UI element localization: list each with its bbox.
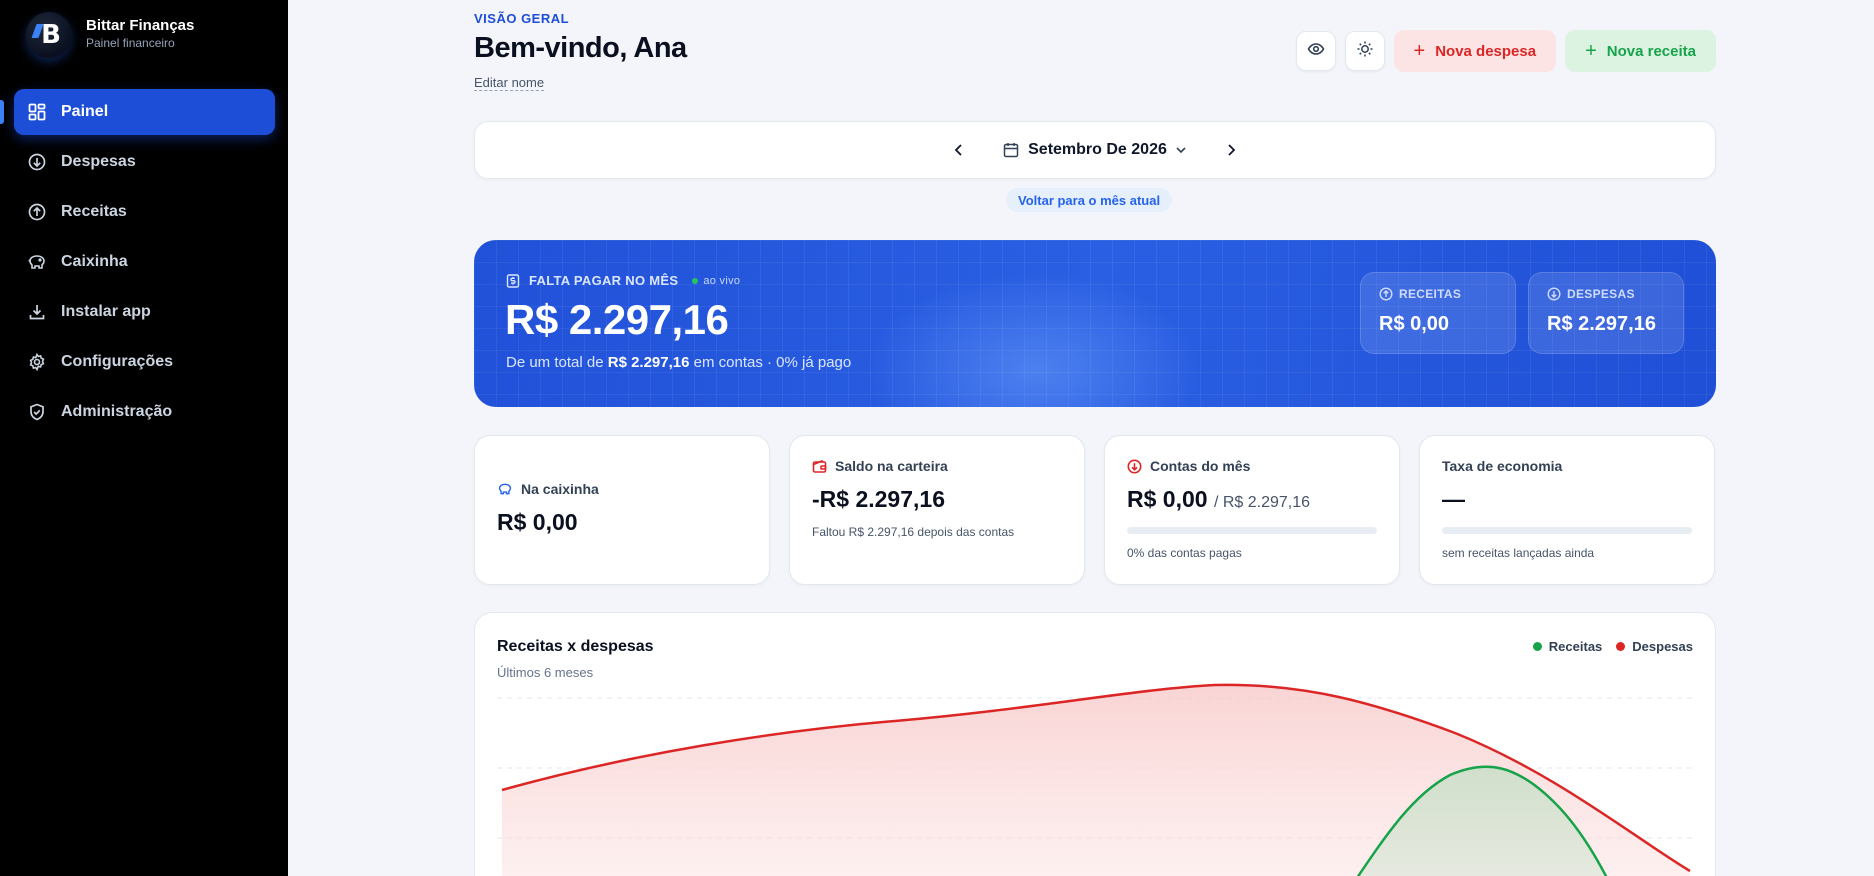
plus-icon: +	[1413, 39, 1426, 62]
pending-payments-card: FALTA PAGAR NO MÊS ao vivo R$ 2.297,16 D…	[474, 240, 1716, 407]
shield-icon	[27, 402, 47, 422]
stat-value: —	[1442, 486, 1465, 512]
stat-note: 0% das contas pagas	[1127, 546, 1242, 560]
stat-label: Contas do mês	[1150, 458, 1251, 474]
sidebar-item-instalar-app[interactable]: Instalar app	[14, 289, 275, 335]
stat-value: R$ 0,00 / R$ 2.297,16	[1127, 486, 1311, 512]
expense-summary-card: DESPESAS R$ 2.297,16	[1528, 272, 1684, 354]
new-expense-button[interactable]: + Nova despesa	[1393, 30, 1557, 72]
theme-toggle-button[interactable]	[1344, 31, 1385, 71]
savings-progress-bar	[1442, 527, 1692, 534]
income-vs-expense-chart: Receitas x despesas Últimos 6 meses Rece…	[474, 612, 1716, 876]
wallet-balance-card: Saldo na carteira -R$ 2.297,16 Faltou R$…	[789, 435, 1085, 585]
stat-label: Na caixinha	[521, 481, 599, 497]
chart-legend: Receitas Despesas	[1519, 639, 1693, 654]
stat-value: R$ 0,00	[497, 509, 578, 535]
pending-summary: De um total de R$ 2.297,16 em contas · 0…	[506, 354, 852, 371]
sidebar-item-label: Receitas	[61, 203, 127, 220]
sidebar-item-despesas[interactable]: Despesas	[14, 139, 275, 185]
sidebar-item-label: Instalar app	[61, 303, 151, 320]
arrow-up-circle-icon	[27, 202, 47, 222]
expense-total: R$ 2.297,16	[1547, 313, 1656, 335]
stat-note: Faltou R$ 2.297,16 depois das contas	[812, 525, 1015, 539]
sidebar-item-receitas[interactable]: Receitas	[14, 189, 275, 235]
month-selector: Setembro De 2026	[474, 121, 1716, 179]
arrow-down-circle-icon	[1127, 459, 1142, 474]
wallet-icon	[812, 459, 827, 474]
active-indicator	[0, 100, 4, 124]
stat-label: Taxa de economia	[1442, 458, 1563, 474]
download-icon	[27, 302, 47, 322]
hero-label: FALTA PAGAR NO MÊS	[529, 273, 679, 288]
income-total: R$ 0,00	[1379, 313, 1450, 335]
savings-rate-card: Taxa de economia — sem receitas lançadas…	[1419, 435, 1715, 585]
dashboard-icon	[27, 102, 47, 122]
stat-label: Saldo na carteira	[835, 458, 948, 474]
new-expense-label: Nova despesa	[1435, 42, 1537, 60]
sidebar-item-administracao[interactable]: Administração	[14, 389, 275, 435]
chevron-down-icon	[1176, 147, 1186, 154]
gear-icon	[27, 352, 47, 372]
page-title: Bem-vindo, Ana	[474, 32, 687, 64]
sidebar-item-label: Caixinha	[61, 253, 128, 270]
month-dropdown[interactable]: Setembro De 2026	[1003, 141, 1187, 159]
calendar-icon	[1003, 143, 1019, 158]
arrow-down-circle-icon	[27, 152, 47, 172]
piggy-bank-icon	[27, 252, 47, 272]
eye-icon	[1307, 40, 1325, 63]
piggy-bank-card: Na caixinha R$ 0,00	[474, 435, 770, 585]
legend-income: Receitas	[1532, 639, 1602, 654]
arrow-up-circle-icon	[1379, 287, 1393, 301]
live-badge: ao vivo	[692, 275, 740, 287]
sidebar-item-label: Configurações	[61, 353, 174, 370]
sidebar: B Bittar Finanças Painel financeiro Pain…	[0, 0, 288, 876]
chevron-right-icon	[1228, 144, 1236, 156]
pending-amount: R$ 2.297,16	[505, 296, 729, 343]
previous-month-button[interactable]	[945, 136, 973, 164]
page-overline: VISÃO GERAL	[474, 11, 570, 26]
stat-note: sem receitas lançadas ainda	[1442, 546, 1595, 560]
new-income-button[interactable]: + Nova receita	[1565, 30, 1716, 72]
sidebar-item-caixinha[interactable]: Caixinha	[14, 239, 275, 285]
brand-title: Bittar Finanças	[86, 16, 195, 34]
plus-icon: +	[1585, 39, 1597, 62]
sidebar-item-label: Despesas	[61, 153, 136, 170]
toggle-visibility-button[interactable]	[1295, 31, 1336, 71]
brand-subtitle: Painel financeiro	[86, 35, 175, 50]
logo: B	[26, 12, 72, 58]
legend-expense: Despesas	[1616, 639, 1693, 654]
chart-title: Receitas x despesas	[497, 638, 654, 655]
top-actions: + Nova despesa + Nova receita	[1295, 30, 1716, 72]
stat-value: -R$ 2.297,16	[812, 486, 945, 512]
chevron-left-icon	[954, 144, 962, 156]
sidebar-nav: Painel Despesas Receitas Caixinha Instal…	[14, 89, 275, 439]
new-income-label: Nova receita	[1606, 42, 1696, 60]
brand[interactable]: B Bittar Finanças Painel financeiro	[26, 12, 194, 58]
income-summary-card: RECEITAS R$ 0,00	[1360, 272, 1516, 354]
back-to-current-month-button[interactable]: Voltar para o mês atual	[1006, 188, 1173, 212]
monthly-bills-card: Contas do mês R$ 0,00 / R$ 2.297,16 0% d…	[1104, 435, 1400, 585]
bills-progress-bar	[1127, 527, 1377, 534]
month-label: Setembro De 2026	[1028, 141, 1167, 158]
edit-name-link[interactable]: Editar nome	[474, 75, 545, 91]
sun-icon	[1356, 40, 1374, 63]
dollar-doc-icon	[506, 273, 520, 288]
piggy-bank-icon	[497, 482, 513, 496]
arrow-down-circle-icon	[1547, 287, 1561, 301]
sidebar-item-painel[interactable]: Painel	[14, 89, 275, 135]
sidebar-item-label: Painel	[61, 103, 109, 120]
sidebar-item-label: Administração	[61, 403, 173, 420]
next-month-button[interactable]	[1217, 136, 1245, 164]
sidebar-item-configuracoes[interactable]: Configurações	[14, 339, 275, 385]
chart-subtitle: Últimos 6 meses	[497, 665, 594, 680]
